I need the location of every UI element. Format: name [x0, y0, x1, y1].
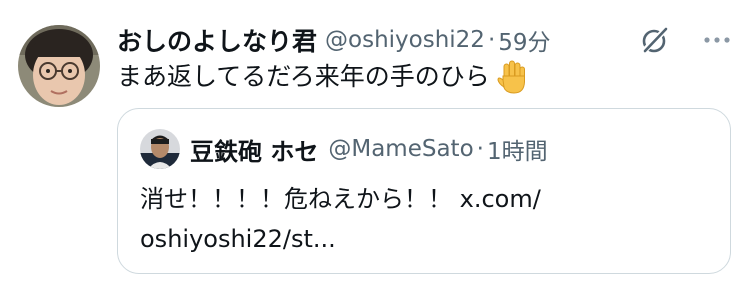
raised-hand-emoji: [497, 60, 525, 94]
avatar-photo: [18, 25, 100, 107]
tweet-body: まあ返してるだろ来年の手のひら: [117, 59, 528, 95]
quoted-text-line-1: 消せ！！！！危ねえから！！ x.com/: [140, 185, 541, 213]
quoted-separator-dot: ·: [476, 136, 484, 162]
quoted-tweet-header: 豆鉄砲 ホセ @MameSato · 1時間: [190, 131, 548, 167]
quoted-tweet-card[interactable]: 豆鉄砲 ホセ @MameSato · 1時間 消せ！！！！危ねえから！！ x.c…: [117, 108, 731, 274]
quoted-author-handle[interactable]: @MameSato: [328, 136, 473, 162]
author-display-name[interactable]: おしのよしなり君: [117, 22, 317, 58]
grok-icon[interactable]: [640, 25, 670, 55]
tweet-header: おしのよしなり君 @oshiyoshi22 · 59分: [117, 24, 730, 56]
avatar-photo: [140, 129, 180, 169]
tweet-timestamp[interactable]: 59分: [498, 23, 550, 57]
header-actions: [640, 24, 730, 56]
quoted-author-display-name[interactable]: 豆鉄砲 ホセ: [190, 132, 318, 167]
author-avatar[interactable]: [18, 25, 100, 107]
quoted-author-avatar[interactable]: [140, 129, 180, 169]
quoted-tweet-text: 消せ！！！！危ねえから！！ x.com/ oshiyoshi22/st...: [140, 179, 700, 259]
more-icon[interactable]: [704, 35, 730, 45]
author-handle[interactable]: @oshiyoshi22: [325, 27, 485, 53]
quoted-text-line-2: oshiyoshi22/st...: [140, 225, 336, 253]
separator-dot: ·: [487, 27, 496, 53]
tweet-text: まあ返してるだろ来年の手のひら: [117, 62, 490, 91]
quoted-tweet-timestamp[interactable]: 1時間: [487, 132, 548, 166]
